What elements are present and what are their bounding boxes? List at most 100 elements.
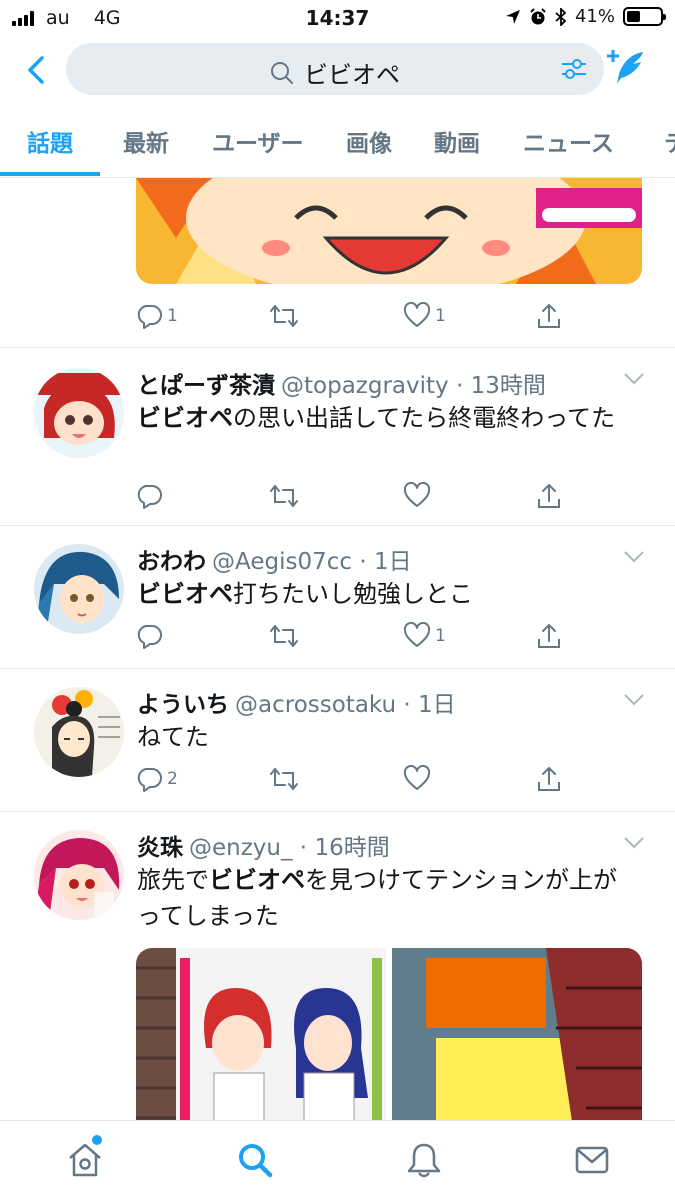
heart-icon	[403, 302, 431, 327]
reply-button[interactable]: 1	[135, 302, 178, 330]
retweet-button[interactable]	[269, 622, 299, 650]
heart-icon	[403, 482, 431, 507]
home-icon	[69, 1143, 101, 1177]
like-button[interactable]	[403, 765, 435, 793]
battery-percent: 41%	[574, 6, 615, 27]
feather-plus-icon	[607, 50, 643, 84]
tweet-card[interactable]: よういち @acrossotaku · 1日 ねてた 2	[0, 669, 675, 812]
retweet-icon	[270, 625, 298, 647]
tweet-card[interactable]: 1 1	[0, 178, 675, 348]
avatar-image	[34, 830, 124, 920]
chevron-down-icon[interactable]	[623, 693, 645, 707]
tab-photos[interactable]: 画像	[346, 124, 392, 158]
author-name[interactable]: おわわ	[137, 549, 206, 575]
chevron-down-icon[interactable]	[623, 836, 645, 850]
chevron-down-icon[interactable]	[623, 372, 645, 386]
reply-icon	[137, 485, 162, 509]
tweet-time: 1日	[373, 549, 412, 575]
tweet-card[interactable]: おわわ @Aegis07cc · 1日 ビビオペ打ちたいし勉強しとこ 1	[0, 526, 675, 669]
tweet-card[interactable]: とぱーず茶漬 @topazgravity · 13時間 ビビオペの思い出話してたら…	[0, 348, 675, 526]
mail-icon	[575, 1146, 609, 1174]
tweet-actions: 1 1	[135, 302, 655, 334]
tweet-card[interactable]: 炎珠 @enzyu_ · 16時間 旅先でビビオペを見つけてテンションが上がってし…	[0, 812, 675, 1120]
retweet-button[interactable]	[269, 482, 299, 510]
retweet-icon	[270, 485, 298, 507]
like-button[interactable]: 1	[403, 622, 446, 650]
reply-icon	[137, 305, 162, 329]
author-handle: @topazgravity	[281, 373, 449, 399]
bell-icon	[407, 1143, 441, 1178]
tab-videos[interactable]: 動画	[434, 124, 480, 158]
bottom-navigation	[0, 1120, 675, 1200]
avatar[interactable]	[34, 830, 124, 920]
filter-icon[interactable]	[560, 55, 588, 83]
tab-top[interactable]: 話題	[27, 124, 73, 158]
nav-home[interactable]	[66, 1135, 104, 1183]
author-name[interactable]: よういち	[137, 692, 229, 718]
share-button[interactable]	[535, 302, 563, 330]
back-button[interactable]	[22, 50, 52, 90]
like-button[interactable]	[403, 482, 435, 510]
tweet-actions	[135, 482, 655, 514]
notification-dot	[92, 1135, 102, 1145]
tab-more[interactable]: テ	[664, 124, 675, 158]
author-name[interactable]: 炎珠	[137, 835, 183, 861]
location-icon	[505, 9, 520, 24]
reply-button[interactable]: 2	[135, 765, 178, 793]
compose-button[interactable]	[605, 48, 647, 88]
share-button[interactable]	[535, 482, 563, 510]
tweet-text: 旅先でビビオペを見つけてテンションが上がってしまった	[137, 866, 617, 930]
share-button[interactable]	[535, 622, 563, 650]
battery-icon	[623, 7, 666, 26]
reply-button[interactable]	[135, 622, 167, 650]
author-name[interactable]: とぱーず茶漬	[137, 373, 275, 399]
search-header: ビビオペ	[0, 40, 675, 100]
photo-gallery	[136, 948, 642, 1120]
nav-search[interactable]	[236, 1141, 274, 1183]
tweet-time: 13時間	[470, 373, 546, 399]
avatar-image	[34, 687, 124, 777]
tab-latest[interactable]: 最新	[123, 124, 169, 158]
tweet-actions: 1	[135, 622, 655, 654]
avatar[interactable]	[34, 368, 124, 458]
retweet-icon	[270, 768, 298, 790]
chevron-left-icon	[28, 56, 44, 84]
search-query: ビビオペ	[304, 61, 400, 89]
active-tab-indicator	[0, 172, 100, 176]
reply-icon	[137, 768, 162, 792]
tweet-image[interactable]	[136, 948, 642, 1120]
search-field[interactable]: ビビオペ	[66, 43, 604, 95]
avatar-image	[34, 544, 124, 634]
tweet-image[interactable]	[136, 178, 642, 284]
tweet-actions: 2	[135, 765, 655, 797]
search-icon	[239, 1144, 273, 1178]
reply-button[interactable]	[135, 482, 167, 510]
like-count: 1	[435, 626, 446, 646]
share-icon	[538, 767, 560, 791]
reply-count: 2	[167, 769, 178, 789]
tweet-text: ビビオペの思い出話してたら終電終わってた	[137, 404, 616, 432]
heart-icon	[403, 622, 431, 647]
share-button[interactable]	[535, 765, 563, 793]
heart-icon	[403, 765, 431, 790]
chevron-down-icon[interactable]	[623, 550, 645, 564]
tweet-text: ねてた	[137, 723, 209, 751]
like-button[interactable]: 1	[403, 302, 446, 330]
retweet-button[interactable]	[269, 302, 299, 330]
avatar[interactable]	[34, 544, 124, 634]
nav-notifications[interactable]	[406, 1141, 442, 1183]
share-icon	[538, 624, 560, 648]
reply-count: 1	[167, 306, 178, 326]
tab-news[interactable]: ニュース	[523, 124, 614, 158]
tweet-time: 16時間	[314, 835, 390, 861]
tweet-feed[interactable]: 1 1 とぱーず茶漬 @topazgravity · 13時間 ビビオペの思い出…	[0, 178, 675, 1120]
retweet-button[interactable]	[269, 765, 299, 793]
nav-messages[interactable]	[574, 1141, 610, 1183]
tab-people[interactable]: ユーザー	[212, 124, 304, 158]
alarm-icon	[530, 7, 546, 24]
author-handle: @enzyu_	[189, 835, 293, 861]
search-tabs: 話題 最新 ユーザー 画像 動画 ニュース テ	[0, 108, 675, 178]
avatar[interactable]	[34, 687, 124, 777]
author-handle: @Aegis07cc	[212, 549, 353, 575]
avatar-image	[34, 368, 124, 458]
